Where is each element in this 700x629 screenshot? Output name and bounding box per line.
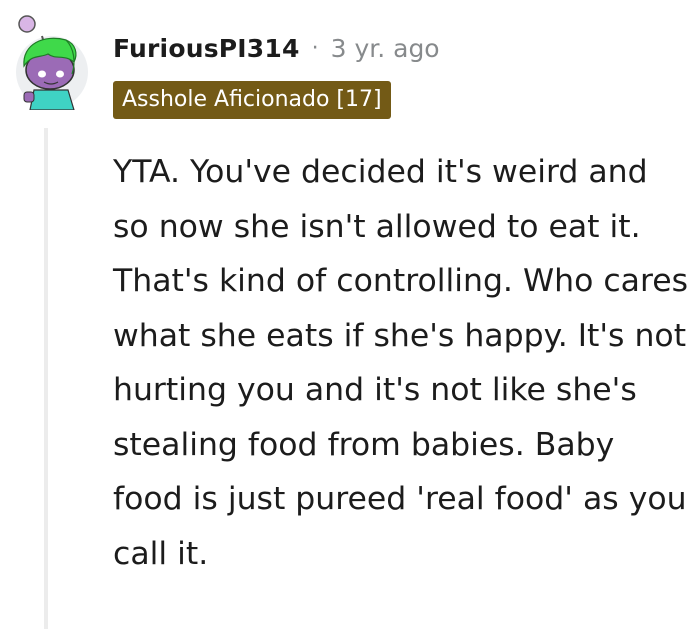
username-link[interactable]: FuriousPI314 [113,34,300,63]
user-flair: Asshole Aficionado [17] [113,81,391,119]
comment-body: YTA. You've decided it's weird and so no… [113,154,689,572]
timestamp[interactable]: 3 yr. ago [331,34,440,63]
separator-dot: · [311,35,319,61]
avatar-image [16,15,88,111]
snoo-avatar-icon[interactable] [14,14,90,111]
comment: FuriousPI314 · 3 yr. ago Asshole Aficion… [0,0,700,629]
comment-header: FuriousPI314 · 3 yr. ago [113,30,440,66]
thread-collapse-line[interactable] [44,128,48,629]
